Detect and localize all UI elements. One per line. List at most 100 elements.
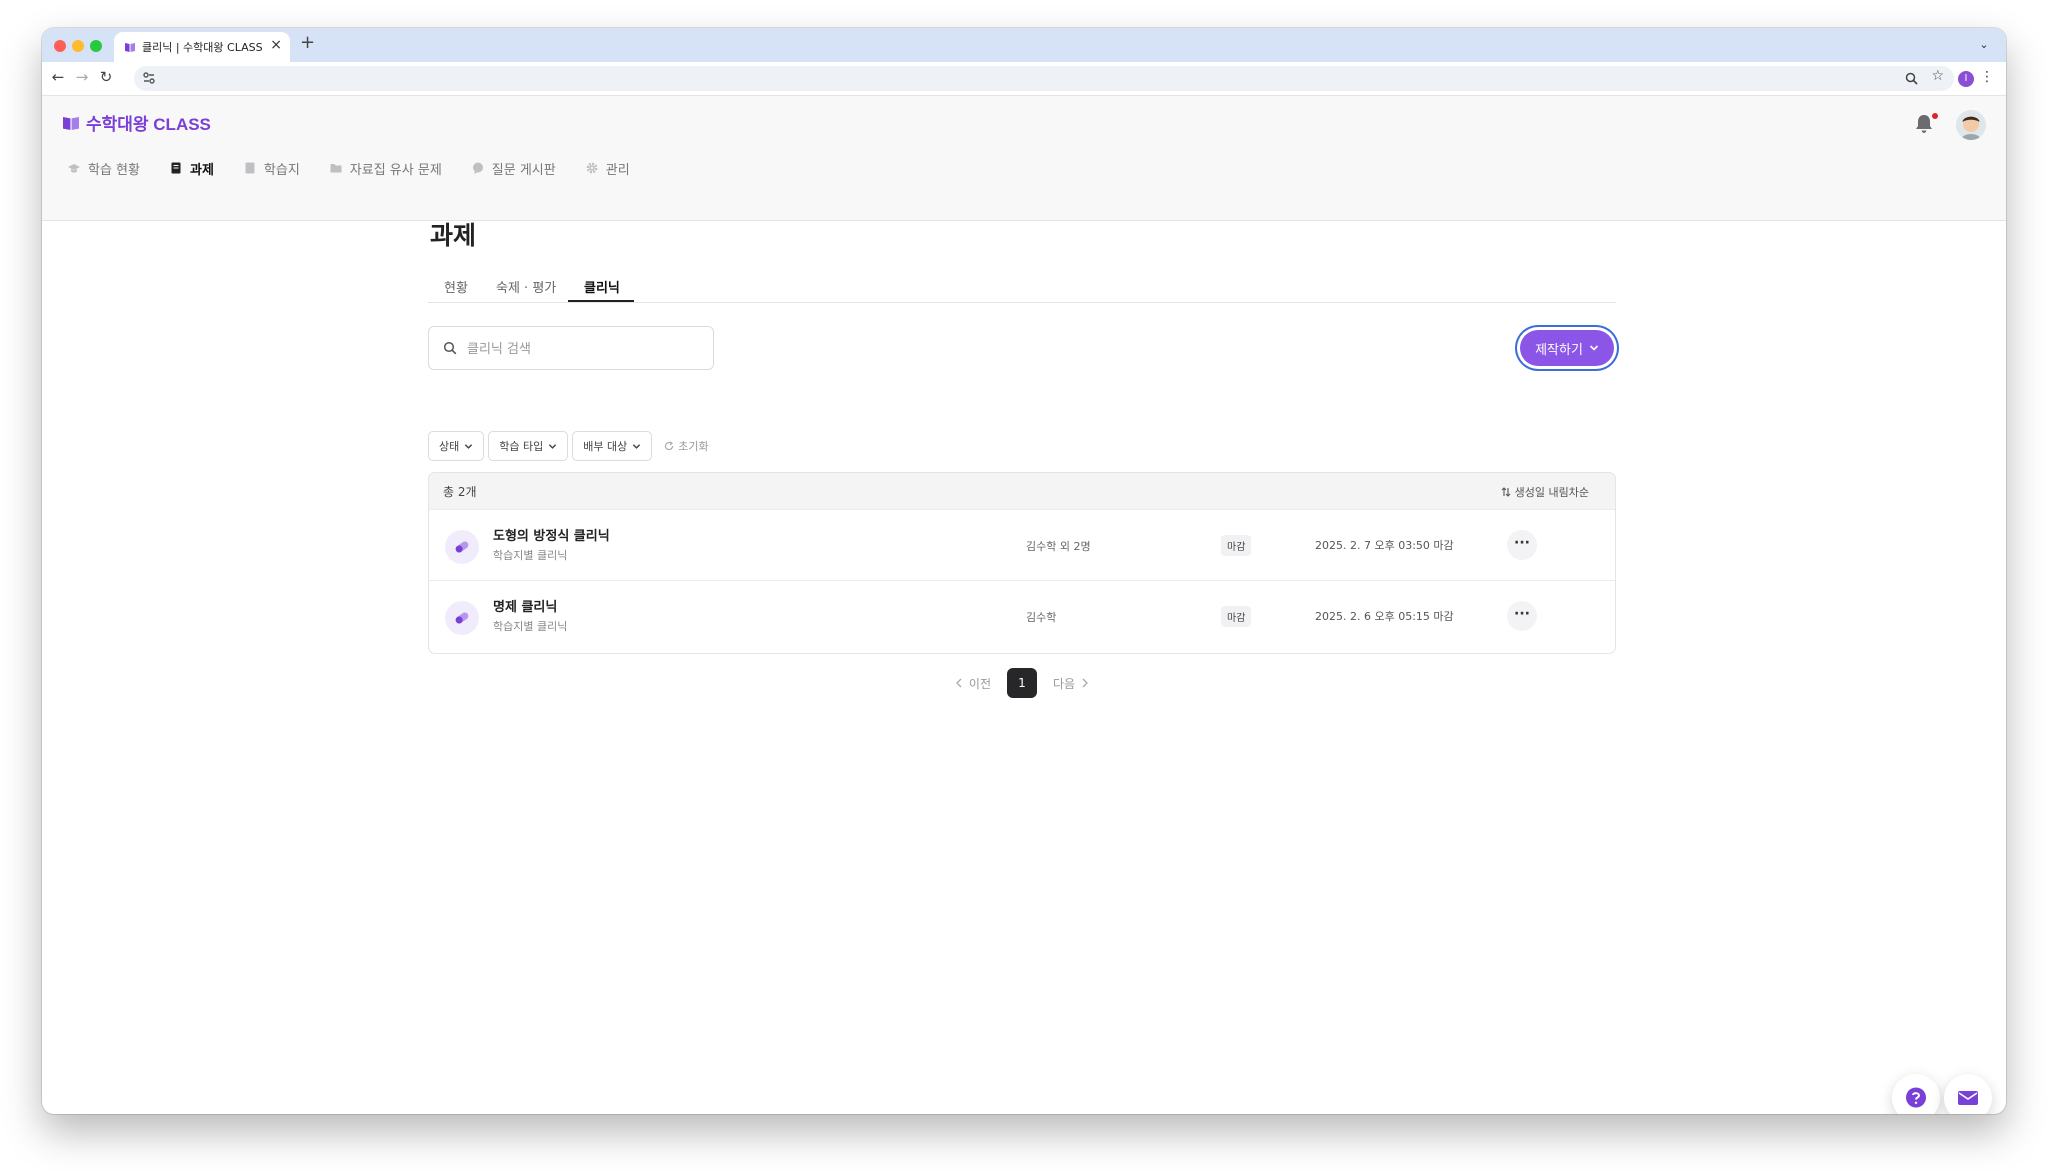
search-box[interactable] [428, 326, 714, 370]
nav-item-management[interactable]: 관리 [586, 158, 630, 178]
bookmark-star-icon[interactable]: ☆ [1931, 68, 1944, 84]
envelope-icon [1958, 1091, 1978, 1105]
chevron-down-icon [549, 443, 557, 449]
list-item[interactable]: 도형의 방정식 클리닉 학습지별 클리닉 김수학 외 2명 마감 2025. 2… [429, 509, 1615, 580]
notification-badge [1932, 113, 1938, 119]
reset-label: 초기화 [678, 440, 709, 453]
chevron-left-icon [955, 678, 962, 688]
reset-filters-button[interactable]: 초기화 [664, 438, 709, 454]
list-item[interactable]: 명제 클리닉 학습지별 클리닉 김수학 마감 2025. 2. 6 오후 05:… [429, 580, 1615, 651]
filter-status-dropdown[interactable]: 상태 [428, 431, 485, 461]
help-button[interactable] [1892, 1074, 1940, 1114]
address-bar[interactable]: ☆ [134, 66, 1954, 91]
filter-bar: 상태 학습 타입 배부 대상 초기화 [428, 431, 709, 461]
user-avatar[interactable] [1956, 110, 1986, 140]
gear-icon [586, 162, 598, 174]
refresh-icon [665, 441, 674, 451]
tab-status[interactable]: 현황 [444, 277, 468, 296]
create-button[interactable]: 제작하기 [1520, 330, 1614, 366]
nav-item-label: 학습지 [263, 162, 300, 178]
clinic-pill-icon [445, 601, 479, 635]
browser-window: 클리닉 | 수학대왕 CLASS × + ⌄ ← → ↻ ☆ I ⋮ 수학대왕 … [42, 28, 2006, 1114]
search-input[interactable] [465, 337, 699, 361]
prev-page-label: 이전 [968, 676, 991, 691]
list-header: 총 2개 생성일 내림차순 [429, 473, 1615, 509]
tab-title: 클리닉 | 수학대왕 CLASS [142, 41, 263, 54]
question-mark-icon [1906, 1087, 1926, 1108]
tab-close-icon[interactable]: × [270, 37, 282, 53]
maximize-window-button[interactable] [90, 40, 102, 52]
page-title: 과제 [430, 221, 477, 250]
tab-homework-evaluation[interactable]: 숙제 · 평가 [496, 277, 556, 296]
list-item-assignee: 김수학 외 2명 [1026, 540, 1091, 553]
filter-label: 상태 [439, 440, 460, 453]
list-item-title[interactable]: 명제 클리닉 [493, 596, 557, 615]
book-favicon-icon [125, 43, 135, 52]
reload-icon[interactable]: ↻ [96, 68, 116, 86]
chevron-down-icon [633, 443, 641, 449]
sort-label: 생성일 내림차순 [1514, 486, 1589, 499]
browser-menu-icon[interactable]: ⋮ [1980, 69, 1994, 85]
nav-item-label: 자료집 유사 문제 [349, 162, 442, 178]
nav-item-similar-problems[interactable]: 자료집 유사 문제 [330, 158, 442, 178]
chevron-right-icon [1082, 678, 1089, 688]
sort-arrows-icon [1501, 487, 1511, 497]
more-options-button[interactable]: ··· [1507, 530, 1537, 560]
nav-item-label: 관리 [605, 162, 630, 178]
subtab-bar: 현황 숙제 · 평가 클리닉 [428, 271, 1616, 303]
prev-page-button[interactable]: 이전 [955, 675, 991, 692]
nav-item-question-board[interactable]: 질문 게시판 [472, 158, 556, 178]
nav-item-label: 과제 [189, 162, 214, 178]
browser-profile-avatar[interactable]: I [1958, 71, 1974, 87]
more-options-button[interactable]: ··· [1507, 601, 1537, 631]
list-item-subtitle: 학습지별 클리닉 [493, 549, 568, 562]
back-arrow-icon[interactable]: ← [48, 68, 68, 86]
next-page-button[interactable]: 다음 [1053, 675, 1089, 692]
list-item-deadline: 2025. 2. 7 오후 03:50 마감 [1315, 539, 1454, 552]
status-badge: 마감 [1221, 606, 1252, 627]
nav-item-label: 질문 게시판 [491, 162, 556, 178]
list-item-deadline: 2025. 2. 6 오후 05:15 마감 [1315, 610, 1454, 623]
status-badge: 마감 [1221, 535, 1252, 556]
list-item-subtitle: 학습지별 클리닉 [493, 620, 568, 633]
minimize-window-button[interactable] [72, 40, 84, 52]
active-tab-indicator [568, 300, 634, 302]
site-settings-icon[interactable] [142, 71, 156, 85]
user-avatar-icon [1956, 110, 1986, 140]
page-number-current[interactable]: 1 [1007, 668, 1037, 698]
graduation-cap-icon [68, 164, 80, 173]
list-item-title[interactable]: 도형의 방정식 클리닉 [493, 525, 610, 544]
new-tab-button[interactable]: + [300, 32, 315, 53]
browser-tab-strip: 클리닉 | 수학대왕 CLASS × + ⌄ [42, 28, 2006, 62]
worksheet-icon [245, 162, 255, 174]
list-item-assignee: 김수학 [1026, 611, 1057, 624]
create-button-label: 제작하기 [1535, 342, 1583, 358]
next-page-label: 다음 [1053, 676, 1076, 691]
message-button[interactable] [1944, 1074, 1992, 1114]
close-window-button[interactable] [54, 40, 66, 52]
tab-search-button[interactable]: ⌄ [1974, 35, 1994, 55]
browser-tab[interactable]: 클리닉 | 수학대왕 CLASS × [114, 32, 290, 62]
zoom-icon[interactable] [1905, 72, 1918, 85]
forward-arrow-icon[interactable]: → [72, 68, 92, 86]
app-logo-text: 수학대왕 CLASS [86, 115, 211, 134]
chevron-down-icon [1589, 345, 1598, 351]
book-logo-icon [63, 116, 79, 130]
tab-clinic[interactable]: 클리닉 [584, 277, 620, 296]
nav-item-learning-status[interactable]: 학습 현황 [68, 158, 140, 178]
pagination: 이전 1 다음 [428, 668, 1616, 698]
clinic-pill-icon [445, 530, 479, 564]
search-icon [443, 341, 457, 355]
filter-study-type-dropdown[interactable]: 학습 타입 [488, 431, 569, 461]
clinic-list: 총 2개 생성일 내림차순 도형의 방정식 클리닉 학습지별 클리닉 김수학 외… [428, 472, 1616, 654]
nav-item-label: 학습 현황 [88, 162, 140, 178]
app-header: 수학대왕 CLASS 학습 현황 과제 학습지 자료집 유사 문제 질문 게시판… [42, 96, 2006, 221]
nav-item-assignments[interactable]: 과제 [170, 158, 214, 178]
filter-distribution-target-dropdown[interactable]: 배부 대상 [572, 431, 653, 461]
folder-icon [330, 164, 342, 173]
nav-item-worksheets[interactable]: 학습지 [244, 158, 300, 178]
chevron-down-icon [465, 443, 473, 449]
app-logo[interactable]: 수학대왕 CLASS [62, 110, 211, 135]
sort-dropdown[interactable]: 생성일 내림차순 [1501, 484, 1589, 500]
browser-toolbar: ← → ↻ ☆ I ⋮ [42, 62, 2006, 96]
